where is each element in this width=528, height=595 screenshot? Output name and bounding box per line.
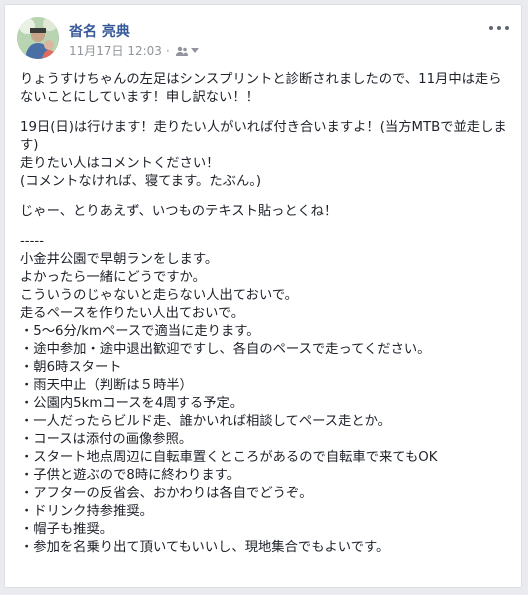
more-options-icon[interactable] — [489, 21, 509, 35]
template-line: ・公園内5kmコースを4周する予定。 — [20, 396, 244, 411]
template-line: ・参加を名乗り出て頂いてもいいし、現地集合でもよいです。 — [20, 540, 390, 555]
template-line: よかったら一緒にどうですか。 — [20, 270, 206, 285]
author-name[interactable]: 沓名 亮典 — [69, 21, 130, 41]
post-body: りょうすけちゃんの左足はシンスプリントと診断されましたので、11月中は走らないこ… — [20, 71, 511, 557]
meta-separator: · — [165, 43, 170, 58]
template-line: ・雨天中止（判断は５時半） — [20, 378, 193, 393]
template-line: ・子供と遊ぶので8時に終わります。 — [20, 468, 240, 483]
template-line: 走るペースを作りたい人出ておいで。 — [20, 306, 245, 321]
template-text: ----- 小金井公園で早朝ランをします。 よかったら一緒にどうですか。 こうい… — [20, 233, 511, 557]
template-line: 小金井公園で早朝ランをします。 — [20, 252, 219, 267]
template-line: ・ドリンク持参推奨。 — [20, 504, 153, 519]
post-timestamp[interactable]: 11月17日 12:03 — [69, 42, 162, 59]
template-line: ・コースは添付の画像参照。 — [20, 432, 193, 447]
post-paragraph: じゃー、とりあえず、いつものテキスト貼っとくね！ — [20, 204, 338, 219]
template-line: ・アフターの反省会、おかわりは各自でどうぞ。 — [20, 486, 313, 501]
template-line: ・スタート地点周辺に自転車置くところがあるので自転車で来てもOK — [20, 450, 438, 465]
friends-icon — [175, 46, 188, 56]
post-header: 沓名 亮典 11月17日 12:03 · — [17, 17, 509, 63]
avatar[interactable] — [17, 17, 59, 59]
template-line: ・5〜6分/kmペースで適当に走ります。 — [20, 324, 260, 339]
post-meta: 11月17日 12:03 · — [69, 42, 199, 59]
template-line: ----- — [20, 234, 44, 249]
template-line: ・途中参加・途中退出歓迎ですし、各自のペースで走ってください。 — [20, 342, 431, 357]
template-line: ・帽子も推奨。 — [20, 522, 114, 537]
post-paragraph: りょうすけちゃんの左足はシンスプリントと診断されましたので、11月中は走らないこ… — [20, 72, 502, 105]
post-paragraph: 19日(日)は行けます！走りたい人がいれば付き合いますよ！(当方MTBで並走しま… — [20, 120, 507, 189]
template-line: ・一人だったらビルド走、誰かいれば相談してペース走とか。 — [20, 414, 391, 429]
template-line: ・朝6時スタート — [20, 360, 122, 375]
template-line: こういうのじゃないと走らない人出ておいで。 — [20, 288, 298, 303]
caret-down-icon[interactable] — [190, 48, 199, 53]
post-card: 沓名 亮典 11月17日 12:03 · りょうすけちゃんの左足はシンスプリント… — [4, 4, 522, 588]
